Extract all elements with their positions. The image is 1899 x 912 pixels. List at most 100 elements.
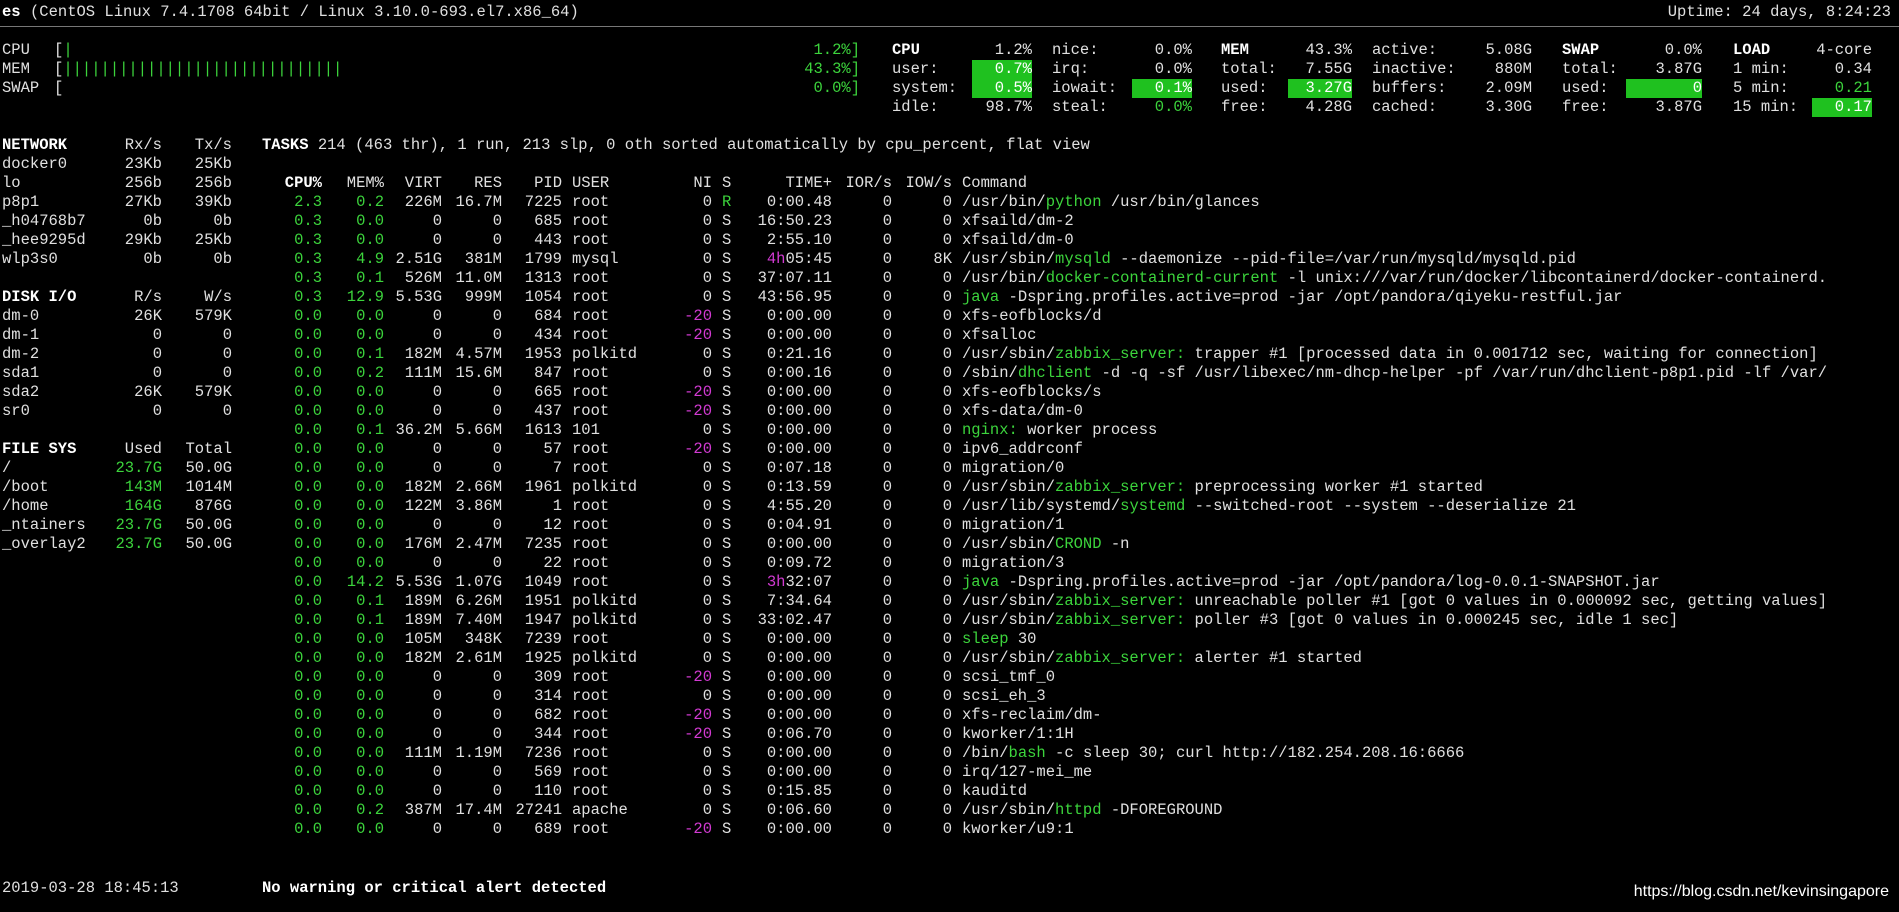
proc-ni: 0 [702,288,712,306]
proc-command[interactable]: xfsalloc [962,326,1036,345]
proc-state: S [722,744,732,762]
proc-command[interactable]: /usr/sbin/zabbix_server: preprocessing w… [962,478,1483,497]
proc-ni: 0 [702,497,712,515]
proc-command[interactable]: xfsaild/dm-2 [962,212,1074,231]
proc-state: S [722,440,732,458]
disk-row-w: 0 [222,402,232,420]
proc-time-value: 16:50.23 [757,212,832,230]
proc-command[interactable]: xfsaild/dm-0 [962,231,1074,250]
proc-command-args: poller #3 [got 0 values in 0.000245 sec,… [1185,611,1679,629]
proc-pid: 689 [534,820,562,838]
proc-command-path: /usr/bin/ [962,193,1046,211]
proc-command[interactable]: /bin/bash -c sleep 30; curl http://182.2… [962,744,1464,763]
proc-pid: 7236 [524,744,562,762]
fs-row-total: 876G [194,497,232,515]
proc-ni: 0 [702,193,712,211]
col-time[interactable]: TIME+ [740,174,832,193]
proc-command[interactable]: /usr/sbin/zabbix_server: trapper #1 [pro… [962,345,1818,364]
col-pid[interactable]: PID [504,174,562,193]
col-command[interactable]: Command [962,174,1027,193]
proc-user: root [572,782,610,800]
proc-command[interactable]: /sbin/dhclient -d -q -sf /usr/libexec/nm… [962,364,1827,383]
proc-virt: 182M [404,478,442,496]
proc-command[interactable]: /usr/sbin/mysqld --daemonize --pid-file=… [962,250,1576,269]
proc-ni: 0 [702,250,712,268]
network-row-tx: 25Kb [194,155,232,173]
proc-command[interactable]: java -Dspring.profiles.active=prod -jar … [962,573,1660,592]
proc-command[interactable]: /usr/sbin/httpd -DFOREGROUND [962,801,1222,820]
col-iow[interactable]: IOW/s [894,174,952,193]
proc-time-value: 0:00.00 [766,421,832,439]
cpu-irq-value: 0.0% [1154,60,1192,78]
proc-ni: -20 [684,706,712,724]
proc-ior: 0 [882,744,892,762]
proc-pid: 7235 [524,535,562,553]
disk-row-name: dm-1 [2,326,40,344]
proc-mem: 0.0 [356,516,384,534]
fs-row-total: 1014M [185,478,232,496]
proc-command[interactable]: irq/127-mei_me [962,763,1092,782]
proc-command[interactable]: kworker/u9:1 [962,820,1074,839]
col-virt[interactable]: VIRT [386,174,442,193]
proc-command[interactable]: xfs-data/dm-0 [962,402,1083,421]
proc-time-value: 0:00.00 [766,383,832,401]
proc-res: 7.40M [455,611,502,629]
mem-active-label: active: [1372,41,1438,59]
proc-ni: 0 [702,801,712,819]
proc-command[interactable]: kauditd [962,782,1027,801]
col-user[interactable]: USER [572,174,609,193]
proc-command[interactable]: migration/3 [962,554,1064,573]
col-cpu[interactable]: CPU% [262,174,322,193]
proc-command[interactable]: /usr/sbin/zabbix_server: poller #3 [got … [962,611,1678,630]
proc-time: 0:00.00 [740,668,832,687]
proc-command[interactable]: /usr/bin/python /usr/bin/glances [962,193,1260,212]
proc-ior: 0 [882,440,892,458]
proc-command[interactable]: migration/1 [962,516,1064,535]
proc-command[interactable]: /usr/sbin/CROND -n [962,535,1129,554]
proc-command[interactable]: /usr/sbin/zabbix_server: alerter #1 star… [962,649,1362,668]
proc-time-value: 0:00.00 [766,706,832,724]
proc-iow: 0 [942,763,952,781]
network-row-tx: 39Kb [194,193,232,211]
proc-command-args: -DFOREGROUND [1101,801,1223,819]
col-ior[interactable]: IOR/s [836,174,892,193]
cpu-nice-value: 0.0% [1154,41,1192,59]
proc-user: root [572,497,610,515]
proc-command[interactable]: ipv6_addrconf [962,440,1083,459]
proc-user: polkitd [572,478,638,496]
proc-command[interactable]: xfs-reclaim/dm- [962,706,1102,725]
proc-command-path: /sbin/ [962,364,1018,382]
proc-ni: 0 [702,269,712,287]
proc-time-value: 7:34.64 [766,592,832,610]
proc-command[interactable]: /usr/sbin/zabbix_server: unreachable pol… [962,592,1827,611]
disk-row-w: 0 [222,345,232,363]
network-title: NETWORK [2,136,68,154]
proc-command-path: xfs-eofblocks/d [962,307,1102,325]
load-15min-value: 0.17 [1812,98,1872,117]
proc-command-args: /usr/bin/glances [1101,193,1260,211]
proc-time-value: 37:07.11 [757,269,832,287]
proc-command[interactable]: kworker/1:1H [962,725,1074,744]
proc-res: 2.47M [455,535,502,553]
proc-command[interactable]: nginx: worker process [962,421,1157,440]
col-ni[interactable]: NI [670,174,712,193]
proc-ior: 0 [882,554,892,572]
col-state[interactable]: S [722,174,731,193]
proc-command[interactable]: sleep 30 [962,630,1036,649]
proc-mem: 4.9 [356,250,384,268]
fs-title: FILE SYS [2,440,77,458]
proc-command[interactable]: scsi_eh_3 [962,687,1046,706]
proc-command[interactable]: /usr/lib/systemd/systemd --switched-root… [962,497,1576,516]
proc-command[interactable]: xfs-eofblocks/d [962,307,1102,326]
proc-command[interactable]: scsi_tmf_0 [962,668,1055,687]
proc-command[interactable]: java -Dspring.profiles.active=prod -jar … [962,288,1622,307]
proc-time-value: 0:07.18 [766,459,832,477]
network-row-rx: 27Kb [124,193,162,211]
col-mem[interactable]: MEM% [330,174,384,193]
proc-command[interactable]: /usr/bin/docker-containerd-current -l un… [962,269,1827,288]
proc-command[interactable]: xfs-eofblocks/s [962,383,1102,402]
proc-cpu: 0.0 [294,364,322,382]
col-res[interactable]: RES [444,174,502,193]
proc-command[interactable]: migration/0 [962,459,1064,478]
proc-ni: -20 [684,440,712,458]
